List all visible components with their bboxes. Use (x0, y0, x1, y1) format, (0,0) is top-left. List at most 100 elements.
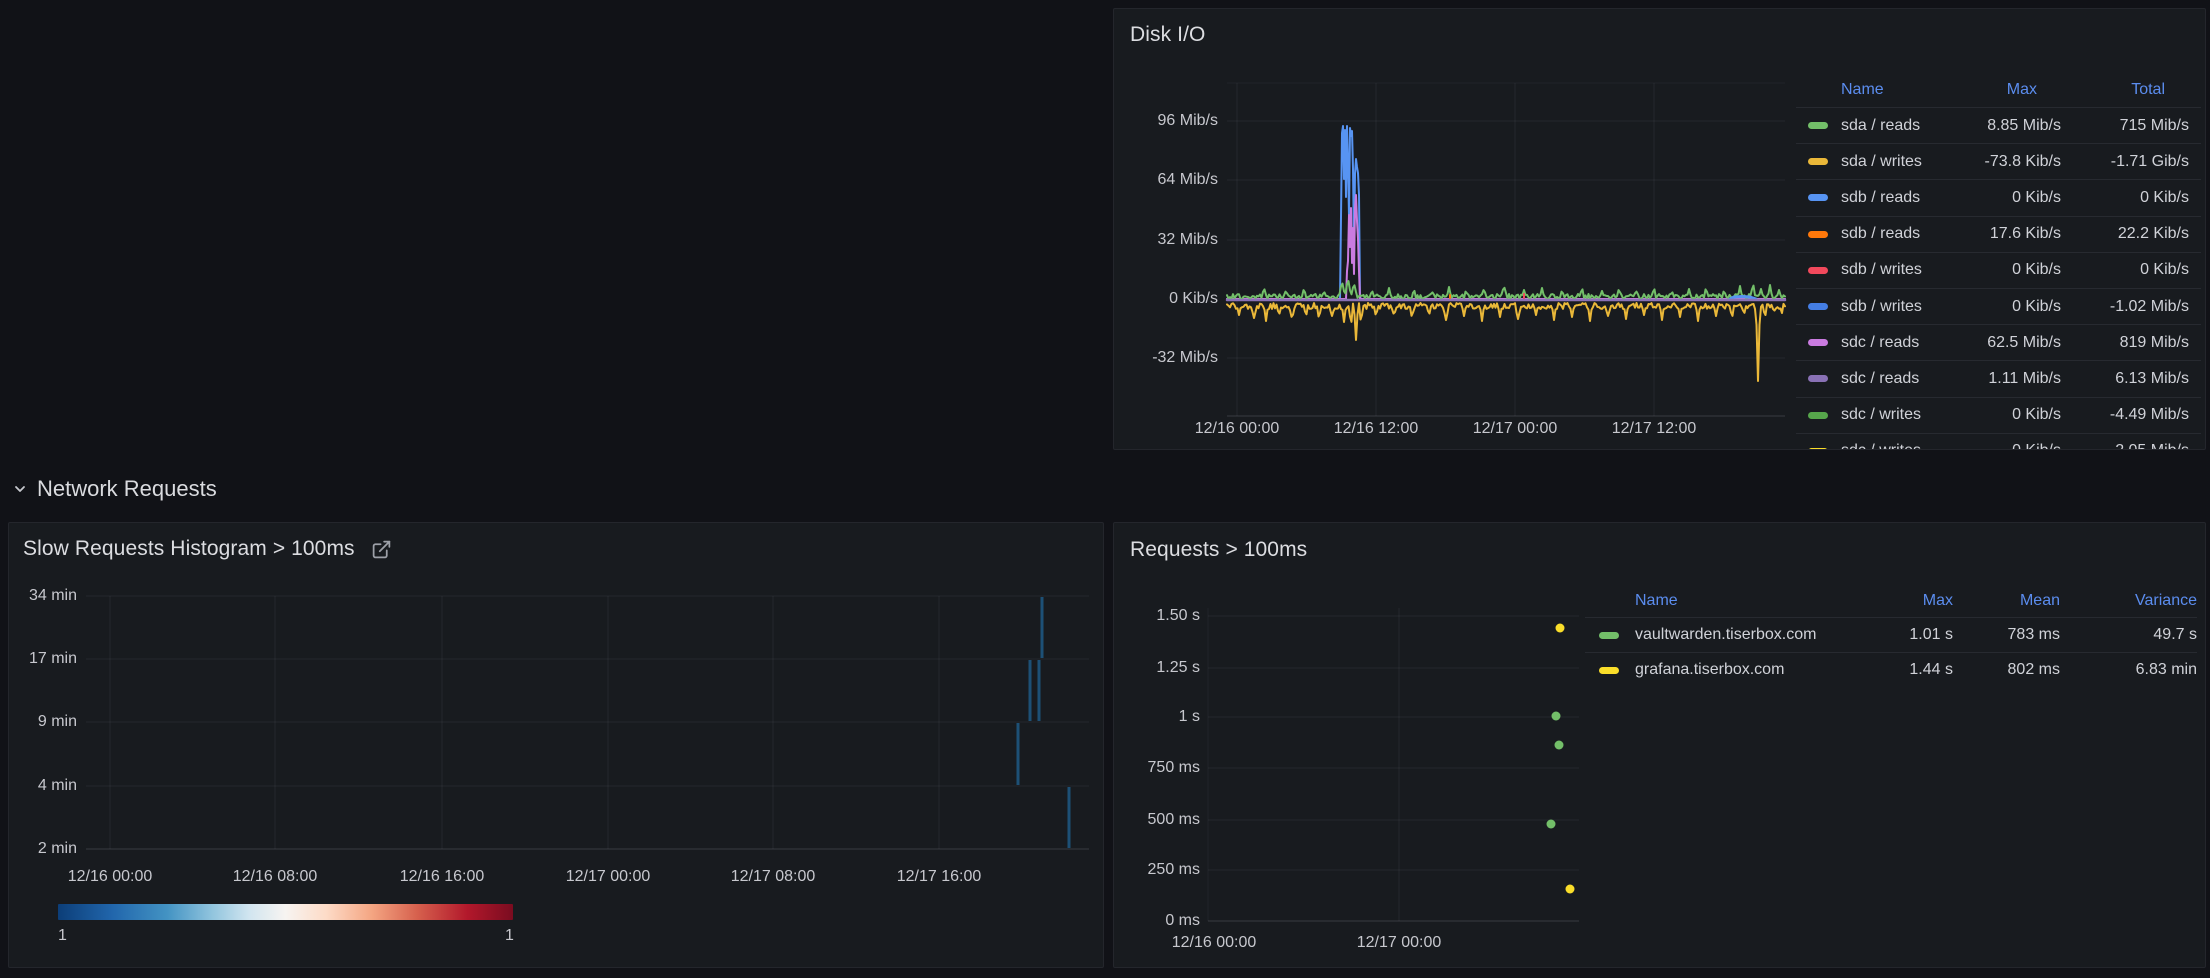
series-name[interactable]: sdb / reads (1841, 189, 1949, 207)
series-max: 0 Kib/s (1949, 189, 2061, 207)
heatmap-scale-max: 1 (505, 927, 513, 945)
series-name[interactable]: vaultwarden.tiserbox.com (1635, 626, 1861, 644)
series-color-swatch (1808, 303, 1828, 310)
chart-series (1227, 281, 1785, 299)
series-total: -4.49 Mib/s (2061, 406, 2189, 424)
series-total: 0 Kib/s (2061, 189, 2189, 207)
series-color-swatch (1808, 339, 1828, 346)
legend-row[interactable]: sdb / reads 17.6 Kib/s 22.2 Kib/s (1796, 216, 2201, 252)
legend-header-name[interactable]: Name (1635, 592, 1861, 610)
series-total: -2.05 Mib/s (2061, 442, 2189, 450)
legend-header-max[interactable]: Max (1949, 81, 2061, 99)
series-max: 17.6 Kib/s (1949, 225, 2061, 243)
series-total: 819 Mib/s (2061, 334, 2189, 352)
axis-tick-label: 64 Mib/s (1158, 172, 1218, 188)
legend-row[interactable]: sdc / writes 0 Kib/s -2.05 Mib/s (1796, 433, 2201, 450)
axis-tick-label: 12/16 12:00 (1334, 421, 1419, 437)
series-name[interactable]: sdb / writes (1841, 261, 1949, 279)
requests-legend: Name Max Mean Variance vaultwarden.tiser… (1585, 585, 2197, 687)
legend-header-max[interactable]: Max (1861, 592, 1953, 610)
axis-tick-label: 250 ms (1148, 862, 1200, 878)
heatmap-cell (1038, 660, 1041, 721)
axis-tick-label: 0 Kib/s (1169, 291, 1218, 307)
axis-tick-label: 32 Mib/s (1158, 232, 1218, 248)
row-header-label: Network Requests (37, 476, 217, 502)
slow-requests-histogram-title[interactable]: Slow Requests Histogram > 100ms (23, 537, 392, 561)
axis-tick-label: 12/17 00:00 (1357, 935, 1442, 951)
series-color-swatch (1808, 375, 1828, 382)
series-color-swatch (1808, 231, 1828, 238)
series-name[interactable]: sdb / writes (1841, 298, 1949, 316)
series-variance: 6.83 min (2060, 661, 2197, 679)
series-total: 22.2 Kib/s (2061, 225, 2189, 243)
heatmap-cell (1017, 723, 1020, 785)
series-mean: 802 ms (1953, 661, 2060, 679)
axis-tick-label: 500 ms (1148, 812, 1200, 828)
legend-row[interactable]: sdc / writes 0 Kib/s -4.49 Mib/s (1796, 397, 2201, 433)
axis-tick-label: 9 min (38, 714, 77, 730)
chevron-down-icon (12, 481, 28, 497)
axis-tick-label: 12/16 08:00 (233, 869, 318, 885)
scatter-point (1552, 712, 1561, 721)
series-max: 1.11 Mib/s (1949, 370, 2061, 388)
series-total: 0 Kib/s (2061, 261, 2189, 279)
legend-row[interactable]: sda / reads 8.85 Mib/s 715 Mib/s (1796, 107, 2201, 143)
legend-row[interactable]: sdb / reads 0 Kib/s 0 Kib/s (1796, 179, 2201, 215)
legend-row[interactable]: sdb / writes 0 Kib/s -1.02 Mib/s (1796, 288, 2201, 324)
disk-io-panel: Disk I/O 96 Mib/s 64 Mib/s 32 Mib/s 0 Kib/s… (1113, 8, 2206, 450)
chart-series (1730, 297, 1756, 300)
heatmap-cell (1068, 787, 1071, 848)
legend-row[interactable]: sdb / writes 0 Kib/s 0 Kib/s (1796, 252, 2201, 288)
legend-row[interactable]: sdc / reads 62.5 Mib/s 819 Mib/s (1796, 324, 2201, 360)
series-color-swatch (1808, 194, 1828, 201)
axis-tick-label: 12/16 16:00 (400, 869, 485, 885)
series-max: 1.01 s (1861, 626, 1953, 644)
legend-header-name[interactable]: Name (1841, 81, 1949, 99)
axis-tick-label: 12/16 00:00 (68, 869, 153, 885)
chart-series (1227, 303, 1785, 381)
legend-header-mean[interactable]: Mean (1953, 592, 2060, 610)
disk-io-panel-title[interactable]: Disk I/O (1130, 23, 1205, 47)
series-name[interactable]: sda / reads (1841, 117, 1949, 135)
slow-requests-heatmap[interactable] (9, 523, 1104, 968)
slow-requests-histogram-panel: Slow Requests Histogram > 100ms 34 min17… (8, 522, 1104, 968)
heatmap-scale-min: 1 (58, 927, 67, 945)
legend-row[interactable]: sda / writes -73.8 Kib/s -1.71 Gib/s (1796, 143, 2201, 179)
row-header-network-requests[interactable]: Network Requests (12, 476, 217, 502)
scatter-point (1547, 820, 1556, 829)
series-mean: 783 ms (1953, 626, 2060, 644)
legend-row[interactable]: vaultwarden.tiserbox.com 1.01 s 783 ms 4… (1585, 617, 2197, 652)
scatter-point (1555, 741, 1564, 750)
requests-panel: Requests > 100ms 1.50 s1.25 s1 s750 ms50… (1113, 522, 2206, 968)
series-name[interactable]: sdc / writes (1841, 442, 1949, 450)
slow-requests-histogram-title-text: Slow Requests Histogram > 100ms (23, 537, 355, 561)
axis-tick-label: 1 s (1179, 709, 1200, 725)
axis-tick-label: 4 min (38, 778, 77, 794)
heatmap-cell (1029, 660, 1032, 721)
heatmap-cell (1041, 597, 1044, 658)
series-total: 6.13 Mib/s (2061, 370, 2189, 388)
legend-header-variance[interactable]: Variance (2060, 592, 2197, 610)
disk-io-legend: Name Max Total sda / reads 8.85 Mib/s 71… (1796, 73, 2201, 450)
series-name[interactable]: sdc / reads (1841, 334, 1949, 352)
chart-series (1227, 195, 1785, 299)
series-name[interactable]: grafana.tiserbox.com (1635, 661, 1861, 679)
series-color-swatch (1808, 158, 1828, 165)
series-color-swatch (1808, 412, 1828, 419)
series-name[interactable]: sda / writes (1841, 153, 1949, 171)
legend-row[interactable]: sdc / reads 1.11 Mib/s 6.13 Mib/s (1796, 360, 2201, 396)
axis-tick-label: 12/16 00:00 (1195, 421, 1280, 437)
series-max: 62.5 Mib/s (1949, 334, 2061, 352)
series-name[interactable]: sdc / reads (1841, 370, 1949, 388)
series-name[interactable]: sdc / writes (1841, 406, 1949, 424)
series-variance: 49.7 s (2060, 626, 2197, 644)
legend-header-total[interactable]: Total (2061, 81, 2189, 99)
external-link-icon[interactable] (371, 539, 392, 560)
axis-tick-label: 96 Mib/s (1158, 113, 1218, 129)
axis-tick-label: 12/17 00:00 (566, 869, 651, 885)
axis-tick-label: 1.25 s (1156, 660, 1200, 676)
requests-panel-title[interactable]: Requests > 100ms (1130, 538, 1307, 562)
series-name[interactable]: sdb / reads (1841, 225, 1949, 243)
axis-tick-label: -32 Mib/s (1152, 350, 1218, 366)
legend-row[interactable]: grafana.tiserbox.com 1.44 s 802 ms 6.83 … (1585, 652, 2197, 687)
